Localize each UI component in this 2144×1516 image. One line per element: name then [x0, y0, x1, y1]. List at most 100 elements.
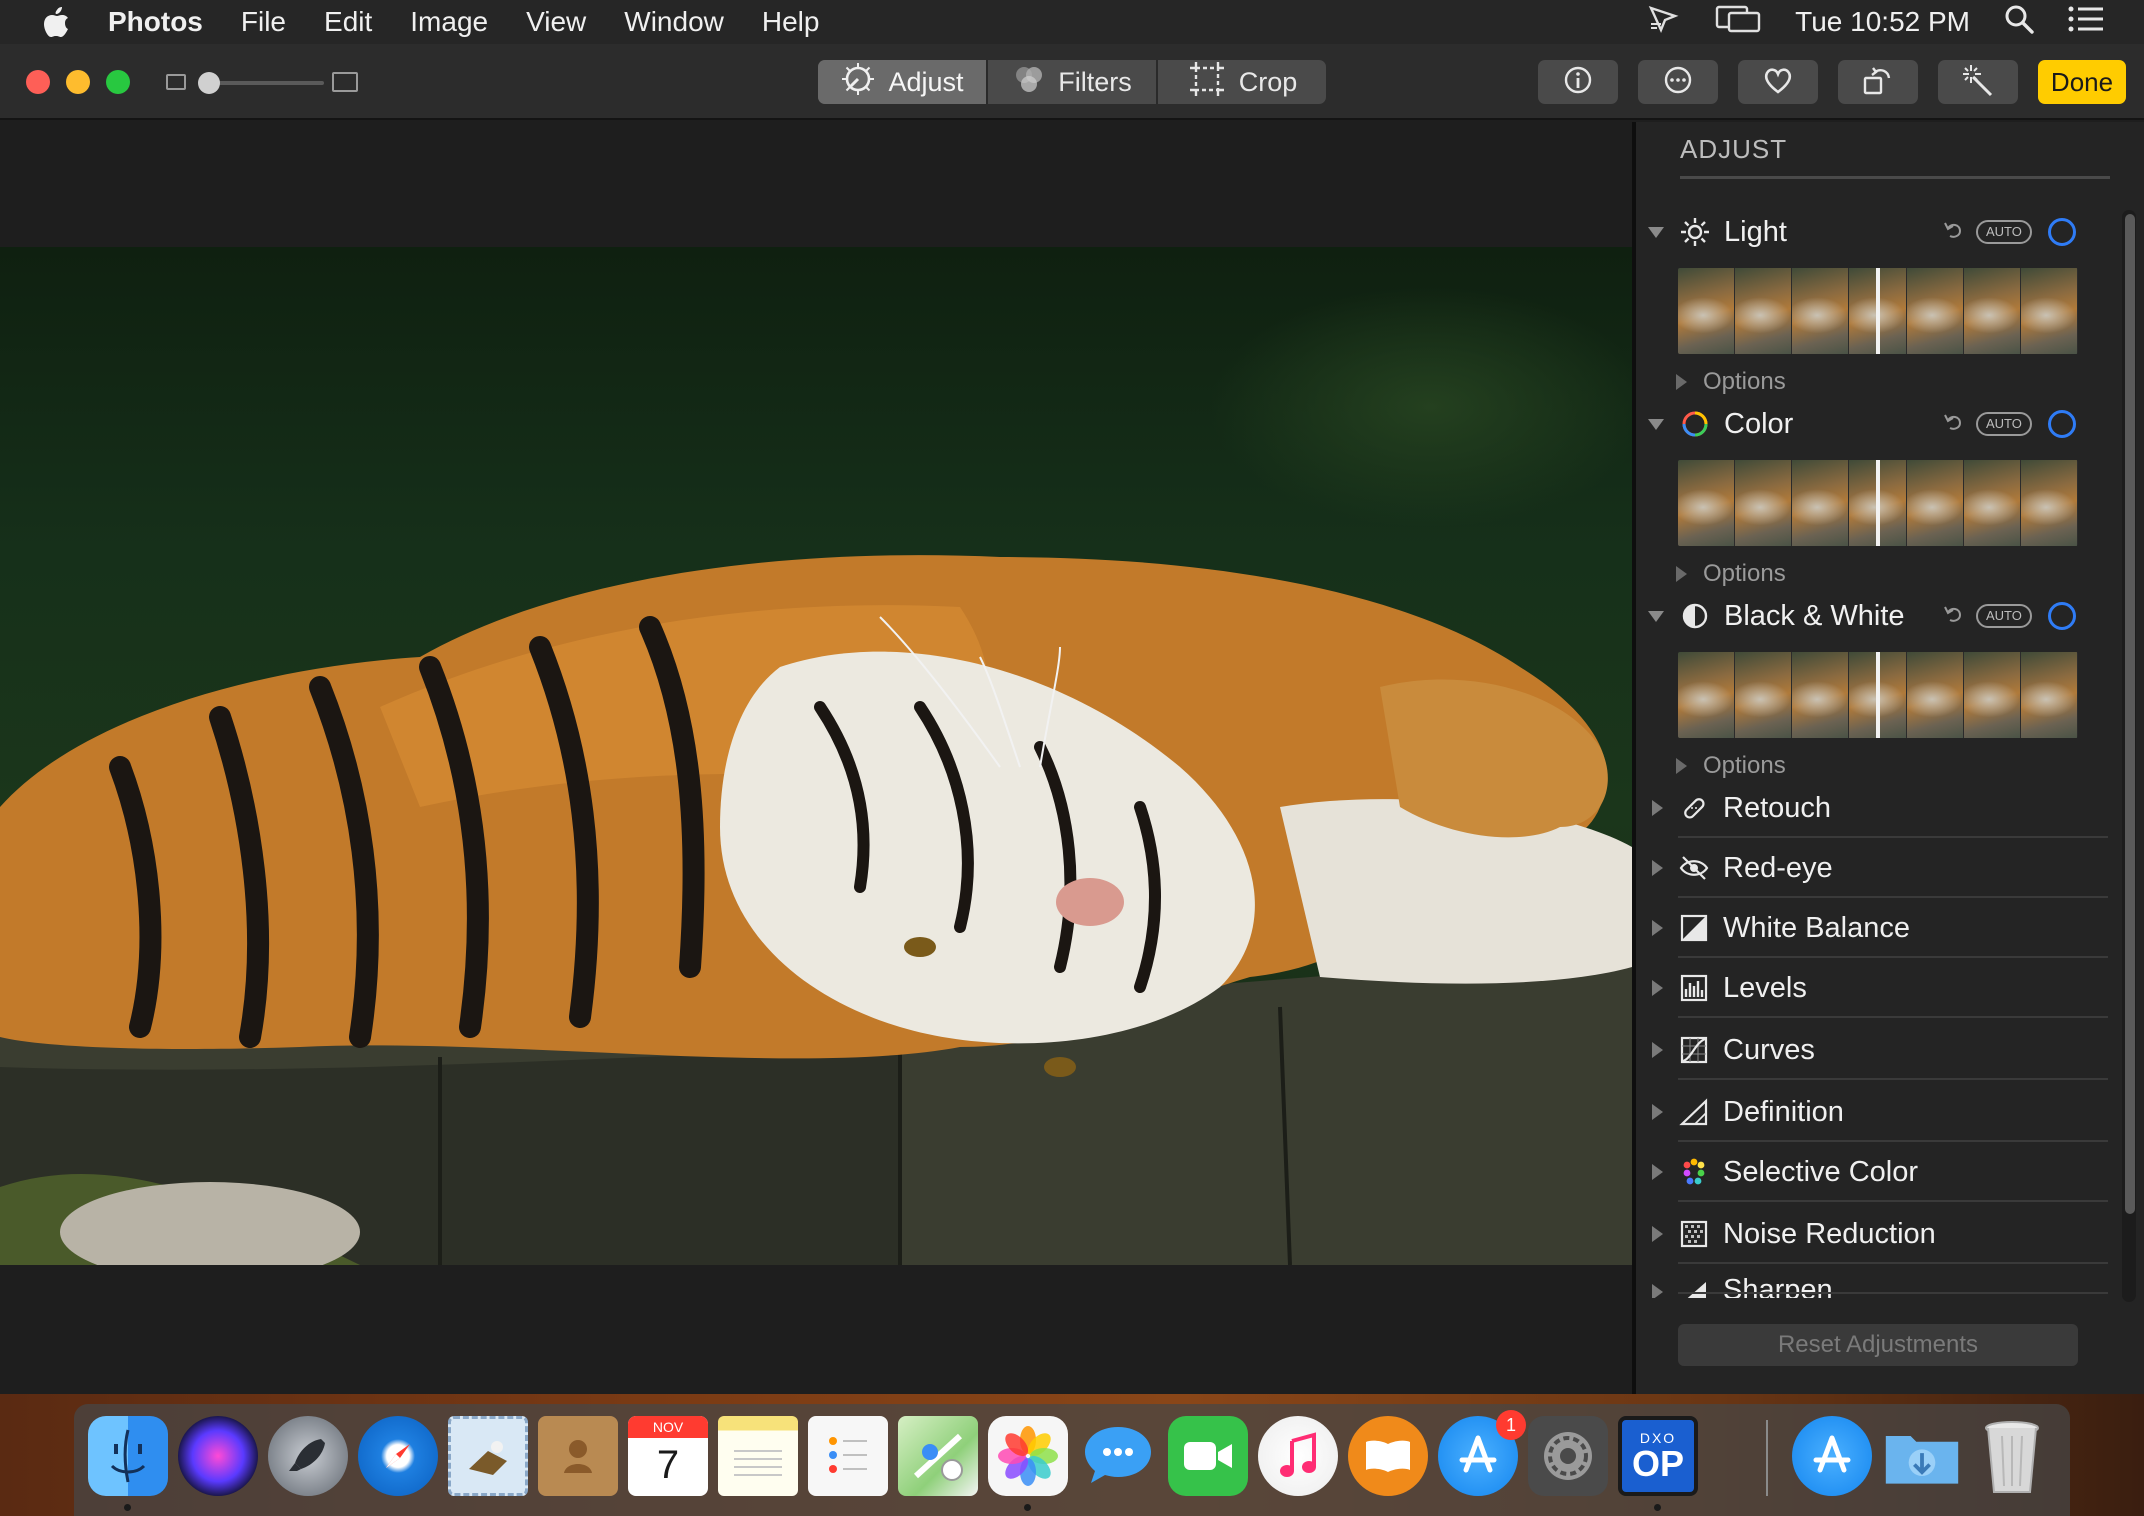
- filmstrip-handle[interactable]: [1876, 268, 1880, 354]
- undo-icon[interactable]: [1942, 219, 1964, 246]
- auto-button[interactable]: AUTO: [1976, 220, 2032, 244]
- finder-icon[interactable]: [88, 1416, 168, 1496]
- color-filmstrip-slider[interactable]: [1678, 460, 2078, 546]
- notification-center-icon[interactable]: [2068, 6, 2104, 39]
- section-enable-toggle[interactable]: [2047, 410, 2076, 438]
- zoom-slider-knob[interactable]: [198, 72, 220, 94]
- tiger-photo[interactable]: [0, 247, 1632, 1265]
- favorite-button[interactable]: [1738, 60, 1818, 104]
- light-options-row[interactable]: Options: [1636, 364, 2144, 400]
- black-white-options-row[interactable]: Options: [1636, 748, 2144, 784]
- disclosure-closed-icon[interactable]: [1676, 758, 1687, 774]
- spotlight-search-icon[interactable]: [2004, 4, 2034, 41]
- fullscreen-window-button[interactable]: [106, 70, 130, 94]
- black-white-filmstrip-slider[interactable]: [1678, 652, 2078, 738]
- tool-red-eye-label: Red-eye: [1723, 851, 1833, 884]
- tool-definition[interactable]: Definition: [1636, 1088, 2144, 1136]
- auto-enhance-button[interactable]: [1938, 60, 2018, 104]
- menu-image[interactable]: Image: [410, 6, 488, 38]
- tool-curves[interactable]: Curves: [1636, 1026, 2144, 1074]
- filmstrip-handle[interactable]: [1876, 652, 1880, 738]
- tab-crop[interactable]: Crop: [1158, 60, 1326, 104]
- sidebar-scrollbar-thumb[interactable]: [2125, 214, 2135, 1214]
- menu-file[interactable]: File: [241, 6, 286, 38]
- undo-icon[interactable]: [1942, 603, 1964, 630]
- more-options-button[interactable]: [1638, 60, 1718, 104]
- section-enable-toggle[interactable]: [2047, 602, 2076, 630]
- tool-red-eye[interactable]: Red-eye: [1636, 844, 2144, 892]
- reminders-icon[interactable]: [808, 1416, 888, 1496]
- app-store-download-icon[interactable]: [1792, 1416, 1872, 1496]
- section-black-white-header[interactable]: Black & White AUTO: [1636, 592, 2144, 640]
- filmstrip-frame: [1735, 268, 1793, 354]
- menu-clock[interactable]: Tue 10:52 PM: [1795, 6, 1970, 38]
- zoom-out-icon[interactable]: [166, 74, 186, 90]
- tool-selective-color[interactable]: Selective Color: [1636, 1148, 2144, 1196]
- compass-icon[interactable]: [358, 1416, 438, 1496]
- facetime-camera-icon[interactable]: [1168, 1416, 1248, 1496]
- section-color-header[interactable]: Color AUTO: [1636, 400, 2144, 448]
- disclosure-closed-icon[interactable]: [1652, 1284, 1663, 1298]
- contacts-book-icon[interactable]: [538, 1416, 618, 1496]
- gear-icon[interactable]: [1528, 1416, 1608, 1496]
- notes-icon[interactable]: [718, 1416, 798, 1496]
- display-mirroring-icon[interactable]: [1715, 4, 1761, 41]
- disclosure-closed-icon[interactable]: [1652, 860, 1663, 876]
- trash-icon[interactable]: [1972, 1416, 2052, 1496]
- filmstrip-handle[interactable]: [1876, 460, 1880, 546]
- color-options-row[interactable]: Options: [1636, 556, 2144, 592]
- auto-button[interactable]: AUTO: [1976, 412, 2032, 436]
- disclosure-open-icon[interactable]: [1648, 226, 1664, 238]
- menu-edit[interactable]: Edit: [324, 6, 372, 38]
- calendar-icon[interactable]: NOV 7: [628, 1416, 708, 1496]
- zoom-in-icon[interactable]: [332, 72, 358, 92]
- disclosure-closed-icon[interactable]: [1652, 1164, 1663, 1180]
- disclosure-closed-icon[interactable]: [1676, 374, 1687, 390]
- airplay-cursor-icon[interactable]: [1647, 4, 1681, 41]
- music-note-icon[interactable]: [1258, 1416, 1338, 1496]
- section-light-header[interactable]: Light AUTO: [1636, 208, 2144, 256]
- undo-icon[interactable]: [1942, 411, 1964, 438]
- auto-button[interactable]: AUTO: [1976, 604, 2032, 628]
- minimize-window-button[interactable]: [66, 70, 90, 94]
- disclosure-closed-icon[interactable]: [1652, 1226, 1663, 1242]
- app-store-icon[interactable]: 1: [1438, 1410, 1526, 1496]
- messages-bubble-icon[interactable]: [1078, 1416, 1158, 1496]
- maps-icon[interactable]: [898, 1416, 978, 1496]
- siri-icon[interactable]: [178, 1416, 258, 1496]
- tab-adjust[interactable]: Adjust: [818, 60, 988, 104]
- reset-adjustments-button[interactable]: Reset Adjustments: [1678, 1324, 2078, 1366]
- disclosure-closed-icon[interactable]: [1652, 920, 1663, 936]
- tool-white-balance[interactable]: White Balance: [1636, 904, 2144, 952]
- light-filmstrip-slider[interactable]: [1678, 268, 2078, 354]
- zoom-slider-track[interactable]: [208, 81, 324, 85]
- menu-app-name[interactable]: Photos: [108, 6, 203, 38]
- apple-menu-icon[interactable]: [38, 4, 74, 40]
- disclosure-open-icon[interactable]: [1648, 418, 1664, 430]
- info-button[interactable]: [1538, 60, 1618, 104]
- disclosure-open-icon[interactable]: [1648, 610, 1664, 622]
- disclosure-closed-icon[interactable]: [1652, 1104, 1663, 1120]
- disclosure-closed-icon[interactable]: [1652, 800, 1663, 816]
- menu-help[interactable]: Help: [762, 6, 820, 38]
- section-enable-toggle[interactable]: [2047, 218, 2076, 246]
- menu-view[interactable]: View: [526, 6, 586, 38]
- mail-stamp-icon[interactable]: [448, 1416, 528, 1496]
- dxo-op-icon[interactable]: DXO OP: [1618, 1416, 1698, 1496]
- menu-window[interactable]: Window: [624, 6, 724, 38]
- disclosure-closed-icon[interactable]: [1652, 980, 1663, 996]
- sidebar-title-divider: [1680, 176, 2110, 179]
- tool-noise-reduction[interactable]: Noise Reduction: [1636, 1210, 2144, 1258]
- tab-filters[interactable]: Filters: [988, 60, 1158, 104]
- book-icon[interactable]: [1348, 1416, 1428, 1496]
- tool-levels[interactable]: Levels: [1636, 964, 2144, 1012]
- downloads-folder-icon[interactable]: [1882, 1416, 1962, 1496]
- disclosure-closed-icon[interactable]: [1676, 566, 1687, 582]
- tool-retouch[interactable]: Retouch: [1636, 784, 2144, 832]
- photos-flower-icon[interactable]: [988, 1416, 1068, 1496]
- rotate-button[interactable]: [1838, 60, 1918, 104]
- disclosure-closed-icon[interactable]: [1652, 1042, 1663, 1058]
- rocket-icon[interactable]: [268, 1416, 348, 1496]
- done-button[interactable]: Done: [2038, 60, 2126, 104]
- close-window-button[interactable]: [26, 70, 50, 94]
